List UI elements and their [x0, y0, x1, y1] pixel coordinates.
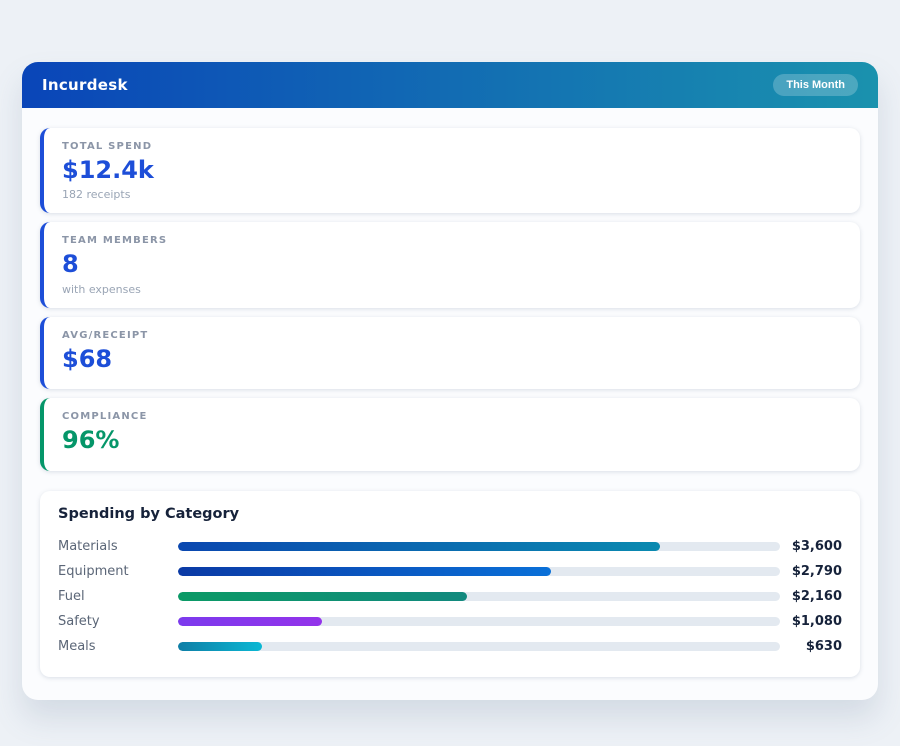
bar-row-safety: Safety $1,080	[58, 609, 842, 634]
stat-card-team-members: TEAM MEMBERS 8 with expenses	[40, 222, 860, 308]
app-title: Incurdesk	[42, 76, 128, 94]
bar-fill	[178, 616, 323, 626]
stat-value: 8	[62, 250, 79, 279]
bar-track	[178, 566, 780, 576]
bar-label: Equipment	[58, 563, 129, 579]
stat-subtext: 182 receipts	[62, 188, 131, 202]
bar-row-equipment: Equipment $2,790	[58, 559, 842, 584]
bar-fill	[178, 566, 552, 576]
bar-value: $630	[805, 638, 842, 654]
stat-card-avg-receipt: AVG/RECEIPT $68	[40, 316, 860, 390]
bar-label: Materials	[58, 538, 118, 554]
bar-value: $2,160	[791, 588, 842, 604]
stat-label: TEAM MEMBERS	[62, 235, 168, 247]
bar-value: $1,080	[791, 613, 842, 629]
bar-row-meals: Meals $630	[58, 634, 842, 659]
stat-value: $12.4k	[62, 156, 154, 184]
stat-subtext: with expenses	[62, 282, 141, 296]
bar-fill	[178, 541, 660, 551]
stat-label: TOTAL SPEND	[62, 141, 153, 152]
chart-title: Spending by Category	[58, 505, 240, 522]
stat-card-total-spend: TOTAL SPEND $12.4k 182 receipts	[40, 128, 860, 214]
bar-fill	[178, 641, 263, 651]
stat-value: 96%	[62, 426, 120, 455]
period-badge[interactable]: This Month	[773, 74, 858, 96]
bar-fill	[178, 591, 467, 601]
bar-value: $2,790	[791, 563, 842, 579]
bar-label: Meals	[58, 638, 96, 654]
stat-label: COMPLIANCE	[62, 411, 148, 423]
bar-track	[178, 616, 780, 626]
dashboard-content: TOTAL SPEND $12.4k 182 receipts TEAM MEM…	[22, 108, 878, 700]
stat-card-compliance: COMPLIANCE 96%	[40, 398, 860, 471]
bar-track	[178, 641, 780, 651]
bar-value: $3,600	[791, 538, 842, 554]
bar-track	[178, 541, 780, 551]
stat-label: AVG/RECEIPT	[62, 329, 149, 341]
bar-label: Safety	[58, 613, 100, 629]
stat-value: $68	[62, 344, 113, 373]
bar-track	[178, 591, 780, 601]
bar-row-materials: Materials $3,600	[58, 534, 842, 559]
app-header: Incurdesk This Month	[22, 62, 878, 108]
spending-by-category-chart: Spending by Category Materials $3,600 Eq…	[40, 490, 860, 677]
bar-label: Fuel	[58, 588, 85, 604]
dashboard-panel: Incurdesk This Month TOTAL SPEND $12.4k …	[22, 62, 878, 700]
bar-row-fuel: Fuel $2,160	[58, 584, 842, 609]
